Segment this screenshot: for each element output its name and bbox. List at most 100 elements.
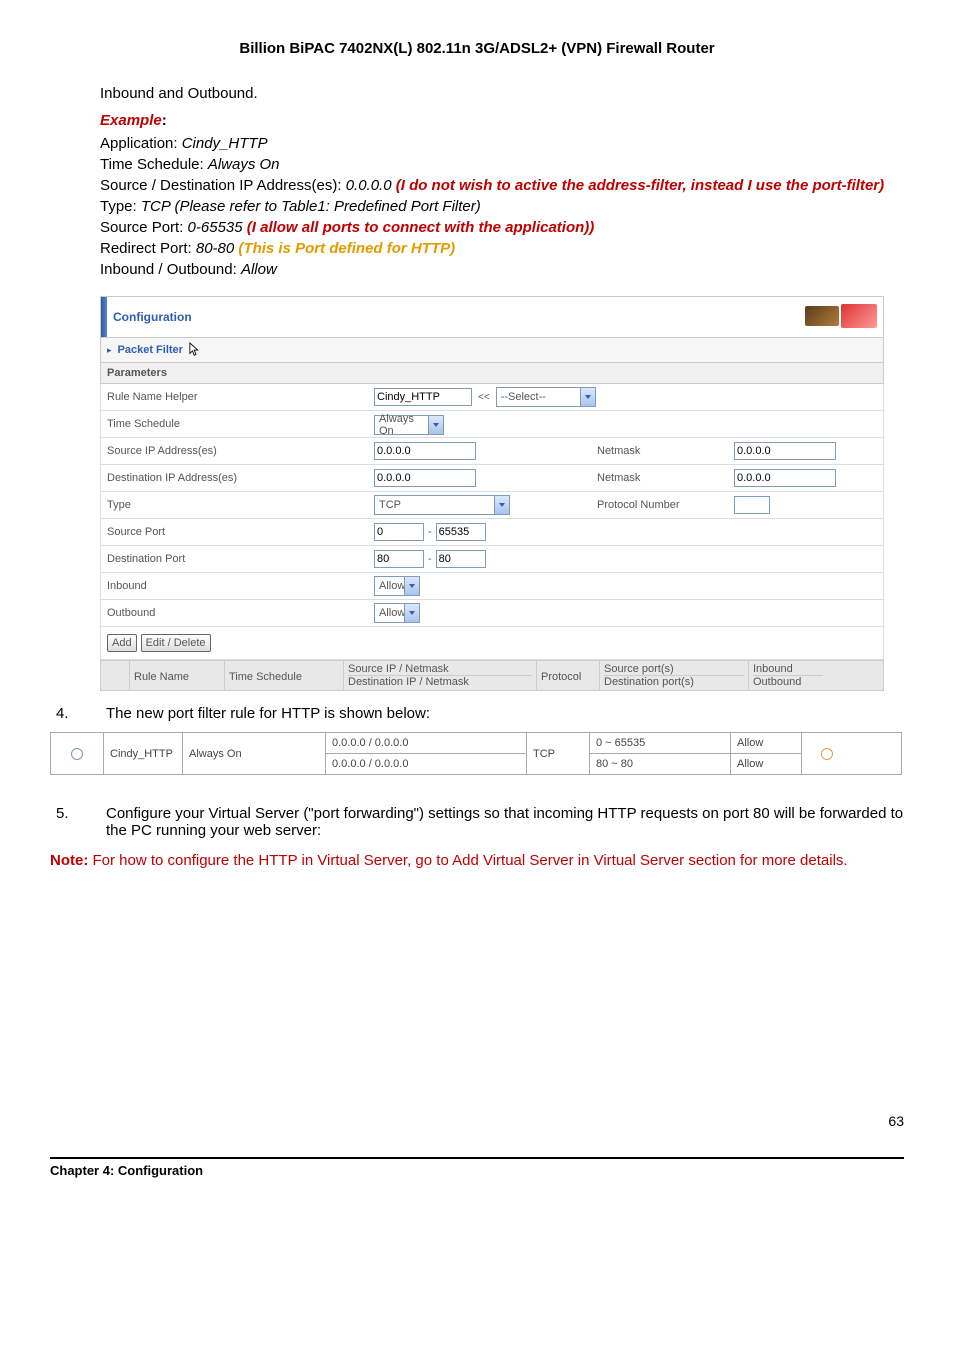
- add-button[interactable]: Add: [107, 634, 137, 652]
- protnum-input[interactable]: [734, 496, 770, 514]
- step4-number: 4.: [50, 705, 106, 722]
- rulename-label: Rule Name Helper: [101, 391, 372, 403]
- helper-select-value: --Select--: [501, 391, 546, 403]
- ex-type-label: Type:: [100, 198, 141, 215]
- ex-rport-val: 80-80: [196, 240, 239, 257]
- ex-app-label: Application:: [100, 135, 182, 152]
- note-label: Note:: [50, 852, 93, 869]
- outbound-value: Allow: [379, 607, 405, 619]
- th-dstipnm: Destination IP / Netmask: [348, 675, 532, 688]
- page-header-title: Billion BiPAC 7402NX(L) 802.11n 3G/ADSL2…: [50, 40, 904, 57]
- th-srcipnm: Source IP / Netmask: [348, 663, 532, 675]
- timeschedule-select[interactable]: Always On: [374, 415, 444, 435]
- ex-app-val: Cindy_HTTP: [182, 135, 268, 152]
- th-sport: Source port(s): [604, 663, 744, 675]
- ex-sport-note: (I allow all ports to connect with the a…: [247, 219, 595, 236]
- protnum-label: Protocol Number: [591, 499, 732, 511]
- inbound-label: Inbound: [101, 580, 372, 592]
- ex-rport-note: (This is Port defined for HTTP): [238, 240, 455, 257]
- step5-number: 5.: [50, 805, 106, 839]
- outbound-label: Outbound: [101, 607, 372, 619]
- srcport-label: Source Port: [101, 526, 372, 538]
- chapter-label: Chapter 4: Configuration: [50, 1163, 203, 1178]
- triangle-icon: ▸: [107, 345, 112, 356]
- result-ipnm2: 0.0.0.0 / 0.0.0.0: [326, 753, 526, 774]
- result-allow1: Allow: [731, 733, 801, 753]
- config-title: Configuration: [113, 310, 793, 324]
- rulename-input[interactable]: [374, 388, 472, 406]
- type-value: TCP: [379, 499, 401, 511]
- timeschedule-value: Always On: [379, 413, 429, 437]
- th-proto: Protocol: [537, 661, 600, 690]
- ltlt-label: <<: [474, 392, 494, 403]
- srcip-label: Source IP Address(es): [101, 445, 372, 457]
- note-paragraph: Note: For how to configure the HTTP in V…: [50, 851, 904, 871]
- page-number: 63: [50, 1113, 904, 1129]
- result-proto: TCP: [527, 733, 590, 774]
- ex-iob-val: Allow: [241, 261, 277, 278]
- cursor-icon: [189, 342, 203, 358]
- config-subheader: ▸ Packet Filter: [100, 338, 884, 363]
- dstip-label: Destination IP Address(es): [101, 472, 372, 484]
- dstport-from-input[interactable]: [374, 550, 424, 568]
- th-dport: Destination port(s): [604, 675, 744, 688]
- edit-delete-button[interactable]: Edit / Delete: [141, 634, 211, 652]
- header-stripe: [101, 297, 107, 337]
- ex-time-label: Time Schedule:: [100, 156, 208, 173]
- step4-text: The new port filter rule for HTTP is sho…: [106, 705, 904, 722]
- table-header: Rule Name Time Schedule Source IP / Netm…: [100, 660, 884, 691]
- ex-sport-val: 0-65535: [188, 219, 247, 236]
- result-sport: 0 ~ 65535: [590, 733, 730, 753]
- dstport-label: Destination Port: [101, 553, 372, 565]
- dstip-input[interactable]: [374, 469, 476, 487]
- ex-iob-label: Inbound / Outbound:: [100, 261, 241, 278]
- packet-filter-link[interactable]: Packet Filter: [118, 344, 183, 356]
- ex-sdip-note: (I do not wish to active the address-fil…: [396, 177, 884, 194]
- timeschedule-label: Time Schedule: [101, 418, 372, 430]
- ex-sdip-label: Source / Destination IP Address(es):: [100, 177, 346, 194]
- th-outbound: Outbound: [753, 675, 823, 688]
- srcnetmask-input[interactable]: [734, 442, 836, 460]
- ex-sdip-val: 0.0.0.0: [346, 177, 396, 194]
- inbound-value: Allow: [379, 580, 405, 592]
- dstport-to-input[interactable]: [436, 550, 486, 568]
- result-time: Always On: [183, 733, 326, 774]
- helper-select[interactable]: --Select--: [496, 387, 596, 407]
- netmask-label-2: Netmask: [591, 472, 732, 484]
- result-rule: Cindy_HTTP: [104, 733, 183, 774]
- example-block: Application: Cindy_HTTP Time Schedule: A…: [100, 133, 904, 280]
- result-radio-right[interactable]: [821, 748, 833, 760]
- srcport-from-input[interactable]: [374, 523, 424, 541]
- inbound-select[interactable]: Allow: [374, 576, 420, 596]
- header-image-icon: [793, 302, 883, 332]
- netmask-label-1: Netmask: [591, 445, 732, 457]
- step5-text: Configure your Virtual Server ("port for…: [106, 805, 904, 839]
- srcip-input[interactable]: [374, 442, 476, 460]
- note-text: For how to configure the HTTP in Virtual…: [93, 852, 848, 869]
- ex-time-val: Always On: [208, 156, 280, 173]
- srcport-to-input[interactable]: [436, 523, 486, 541]
- th-inbound: Inbound: [753, 663, 823, 675]
- dash-1: -: [426, 526, 434, 538]
- parameters-header: Parameters: [100, 363, 884, 384]
- outbound-select[interactable]: Allow: [374, 603, 420, 623]
- result-ipnm1: 0.0.0.0 / 0.0.0.0: [326, 733, 526, 753]
- type-select[interactable]: TCP: [374, 495, 510, 515]
- intro-line: Inbound and Outbound.: [100, 85, 904, 102]
- result-allow2: Allow: [731, 753, 801, 774]
- ex-type-val: TCP (Please refer to Table1: Predefined …: [141, 198, 481, 215]
- config-screenshot: Configuration ▸ Packet Filter Parameters…: [100, 296, 884, 691]
- ex-sport-label: Source Port:: [100, 219, 188, 236]
- result-table: Cindy_HTTP Always On 0.0.0.0 / 0.0.0.0 0…: [50, 732, 902, 775]
- type-label: Type: [101, 499, 372, 511]
- th-time: Time Schedule: [225, 661, 344, 690]
- result-radio-left[interactable]: [71, 748, 83, 760]
- example-heading: Example:: [100, 112, 904, 129]
- th-rulename: Rule Name: [130, 661, 225, 690]
- config-header: Configuration: [100, 296, 884, 338]
- result-dport: 80 ~ 80: [590, 753, 730, 774]
- ex-rport-label: Redirect Port:: [100, 240, 196, 257]
- dstnetmask-input[interactable]: [734, 469, 836, 487]
- dash-2: -: [426, 553, 434, 565]
- example-label: Example: [100, 112, 162, 129]
